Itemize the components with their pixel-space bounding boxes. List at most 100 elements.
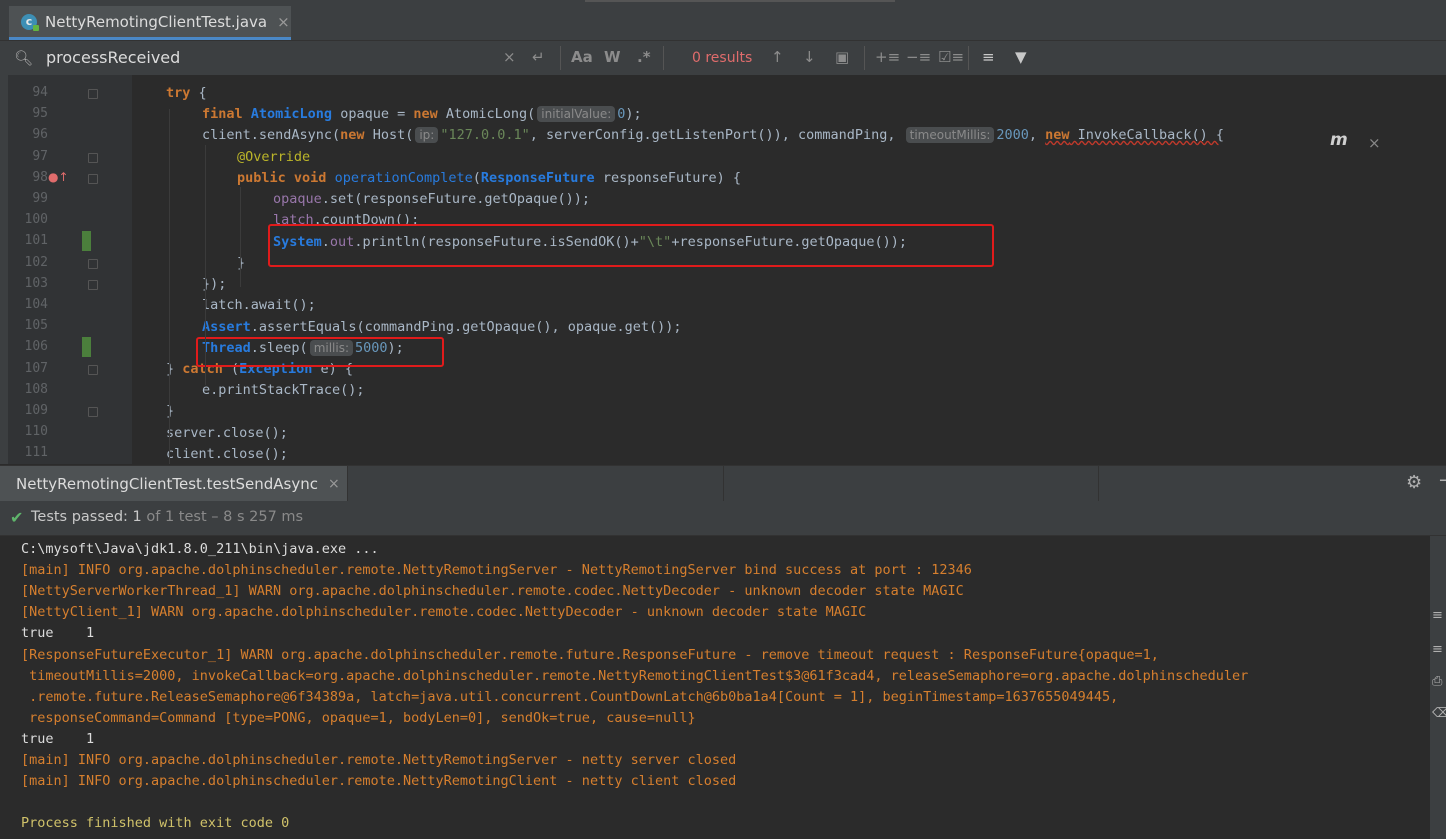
indent-guide	[205, 145, 206, 385]
vcs-change-marker[interactable]	[82, 231, 91, 251]
remove-occurrence-icon[interactable]: −≡	[906, 48, 931, 66]
search-input[interactable]: processReceived	[46, 47, 486, 69]
test-status-bar: ✔ Tests passed: 1 of 1 test – 8 s 257 ms	[0, 501, 1446, 536]
separator	[560, 46, 561, 70]
console-line: responseCommand=Command [type=PONG, opaq…	[21, 709, 696, 726]
down-arrow-icon[interactable]: ↓	[803, 48, 816, 66]
param-hint: timeoutMillis:	[905, 127, 995, 143]
line-number: 101	[24, 233, 48, 248]
line-number: 94	[32, 85, 48, 100]
line-number: 102	[24, 255, 48, 270]
override-method-icon[interactable]: ●↑	[48, 170, 69, 184]
line-number: 98	[32, 170, 48, 185]
separator	[864, 46, 865, 70]
console-line: true 1	[21, 730, 95, 747]
editor-gutter: 94 95 96 97 98 99 100 101 102 103 104 105 106 107 108 1…	[8, 75, 132, 464]
code-line-104: latch.await();	[202, 297, 316, 313]
console-line: true 1	[21, 625, 95, 642]
line-number: 106	[24, 339, 48, 354]
line-number: 108	[24, 382, 48, 397]
code-line-110: server.close();	[166, 425, 288, 441]
close-notification-icon[interactable]: ×	[1368, 134, 1381, 152]
separator	[968, 46, 969, 70]
line-number: 100	[24, 212, 48, 227]
code-line-111: client.close();	[166, 446, 288, 462]
editor-tab-bar: c NettyRemotingClientTest.java ×	[0, 0, 1446, 41]
line-number: 95	[32, 106, 48, 121]
print-icon[interactable]: ⎙	[1432, 674, 1442, 689]
code-line-95: final AtomicLong opaque = new AtomicLong…	[202, 106, 642, 122]
close-run-tab-icon[interactable]: ×	[328, 476, 340, 492]
code-line-98: public void operationComplete(ResponseFu…	[237, 170, 741, 186]
gear-icon[interactable]: ⚙	[1406, 472, 1422, 493]
code-line-96: client.sendAsync(new Host(ip: "127.0.0.1"…	[202, 127, 1224, 143]
search-icon[interactable]: 🔍︎	[14, 49, 33, 67]
code-line-94: try {	[166, 85, 207, 101]
select-all-occurrences-icon[interactable]: ☑≡	[938, 48, 964, 66]
separator	[663, 46, 664, 70]
separator	[723, 466, 724, 501]
filter-icon[interactable]: ▼	[1015, 48, 1027, 66]
clear-all-icon[interactable]: ⌫	[1432, 706, 1446, 721]
console-line: [NettyClient_1] WARN org.apache.dolphins…	[21, 604, 867, 621]
minimize-icon[interactable]: −	[1438, 470, 1446, 491]
left-tool-strip	[0, 75, 8, 464]
param-hint: ip:	[415, 127, 439, 143]
console-line: Process finished with exit code 0	[21, 815, 290, 832]
code-line-105: Assert.assertEquals(commandPing.getOpaqu…	[202, 319, 682, 335]
console-output[interactable]: C:\mysoft\Java\jdk1.8.0_211\bin\java.exe…	[9, 536, 1429, 839]
code-editor[interactable]: 94 95 96 97 98 99 100 101 102 103 104 105 106 107 108 1…	[0, 75, 1446, 464]
close-tab-icon[interactable]: ×	[277, 13, 290, 31]
maven-icon[interactable]: m	[1330, 130, 1348, 150]
fold-marker[interactable]	[88, 365, 98, 375]
highlight-box-println	[268, 224, 994, 267]
search-results-count: 0 results	[692, 50, 753, 66]
java-class-icon: c	[21, 13, 39, 31]
fold-marker[interactable]	[88, 280, 98, 290]
open-in-window-icon[interactable]: ▣	[835, 48, 849, 66]
fold-marker[interactable]	[88, 153, 98, 163]
console-line: [NettyServerWorkerThread_1] WARN org.apa…	[21, 583, 964, 600]
line-number: 110	[24, 424, 48, 439]
console-line: [main] INFO org.apache.dolphinscheduler.…	[21, 752, 737, 768]
line-number: 111	[24, 445, 48, 460]
editor-tab-label: NettyRemotingClientTest.java	[45, 12, 268, 31]
fold-marker[interactable]	[88, 407, 98, 417]
line-number: 97	[32, 149, 48, 164]
code-line-109: }	[166, 403, 175, 419]
indent-guide	[240, 187, 241, 287]
scroll-to-end-icon[interactable]: ≡	[1432, 642, 1443, 657]
line-number: 104	[24, 297, 48, 312]
match-case-button[interactable]: Aa	[571, 48, 593, 66]
vcs-change-marker[interactable]	[82, 337, 91, 357]
line-number: 105	[24, 318, 48, 333]
words-button[interactable]: W	[604, 48, 621, 66]
regex-button[interactable]: .*	[637, 48, 651, 66]
console-toolbar: ≡ ≡ ⎙ ⌫	[1430, 536, 1446, 839]
add-occurrence-icon[interactable]: +≡	[875, 48, 900, 66]
console-line: [main] INFO org.apache.dolphinscheduler.…	[21, 562, 972, 579]
fold-marker[interactable]	[88, 259, 98, 269]
line-number: 99	[32, 191, 48, 206]
indent-guide	[169, 109, 170, 464]
newline-icon[interactable]: ↵	[532, 48, 545, 66]
code-line-99: opaque.set(responseFuture.getOpaque());	[273, 191, 590, 207]
param-hint: initialValue:	[537, 106, 616, 122]
filter-lines-icon[interactable]: ≡	[982, 48, 995, 66]
highlight-box-sleep	[196, 337, 444, 367]
up-arrow-icon[interactable]: ↑	[771, 48, 784, 66]
line-number: 109	[24, 403, 48, 418]
clear-search-icon[interactable]: ×	[503, 48, 516, 66]
soft-wrap-icon[interactable]: ≡	[1432, 608, 1443, 623]
run-tab-test-send-async[interactable]: NettyRemotingClientTest.testSendAsync ×	[0, 466, 348, 501]
console-line: .remote.future.ReleaseSemaphore@6f34389a…	[21, 688, 1119, 705]
editor-tab-netty-remoting-client-test[interactable]: c NettyRemotingClientTest.java ×	[9, 6, 291, 40]
run-panel-header: NettyRemotingClientTest.testSendAsync × …	[0, 465, 1446, 501]
console-line: [main] INFO org.apache.dolphinscheduler.…	[21, 773, 737, 790]
scroll-indicator	[585, 0, 895, 2]
line-number: 96	[32, 127, 48, 142]
fold-marker[interactable]	[88, 89, 98, 99]
find-bar: 🔍︎ processReceived × ↵ Aa W .* 0 results…	[0, 41, 1446, 76]
fold-marker[interactable]	[88, 174, 98, 184]
line-number: 107	[24, 361, 48, 376]
